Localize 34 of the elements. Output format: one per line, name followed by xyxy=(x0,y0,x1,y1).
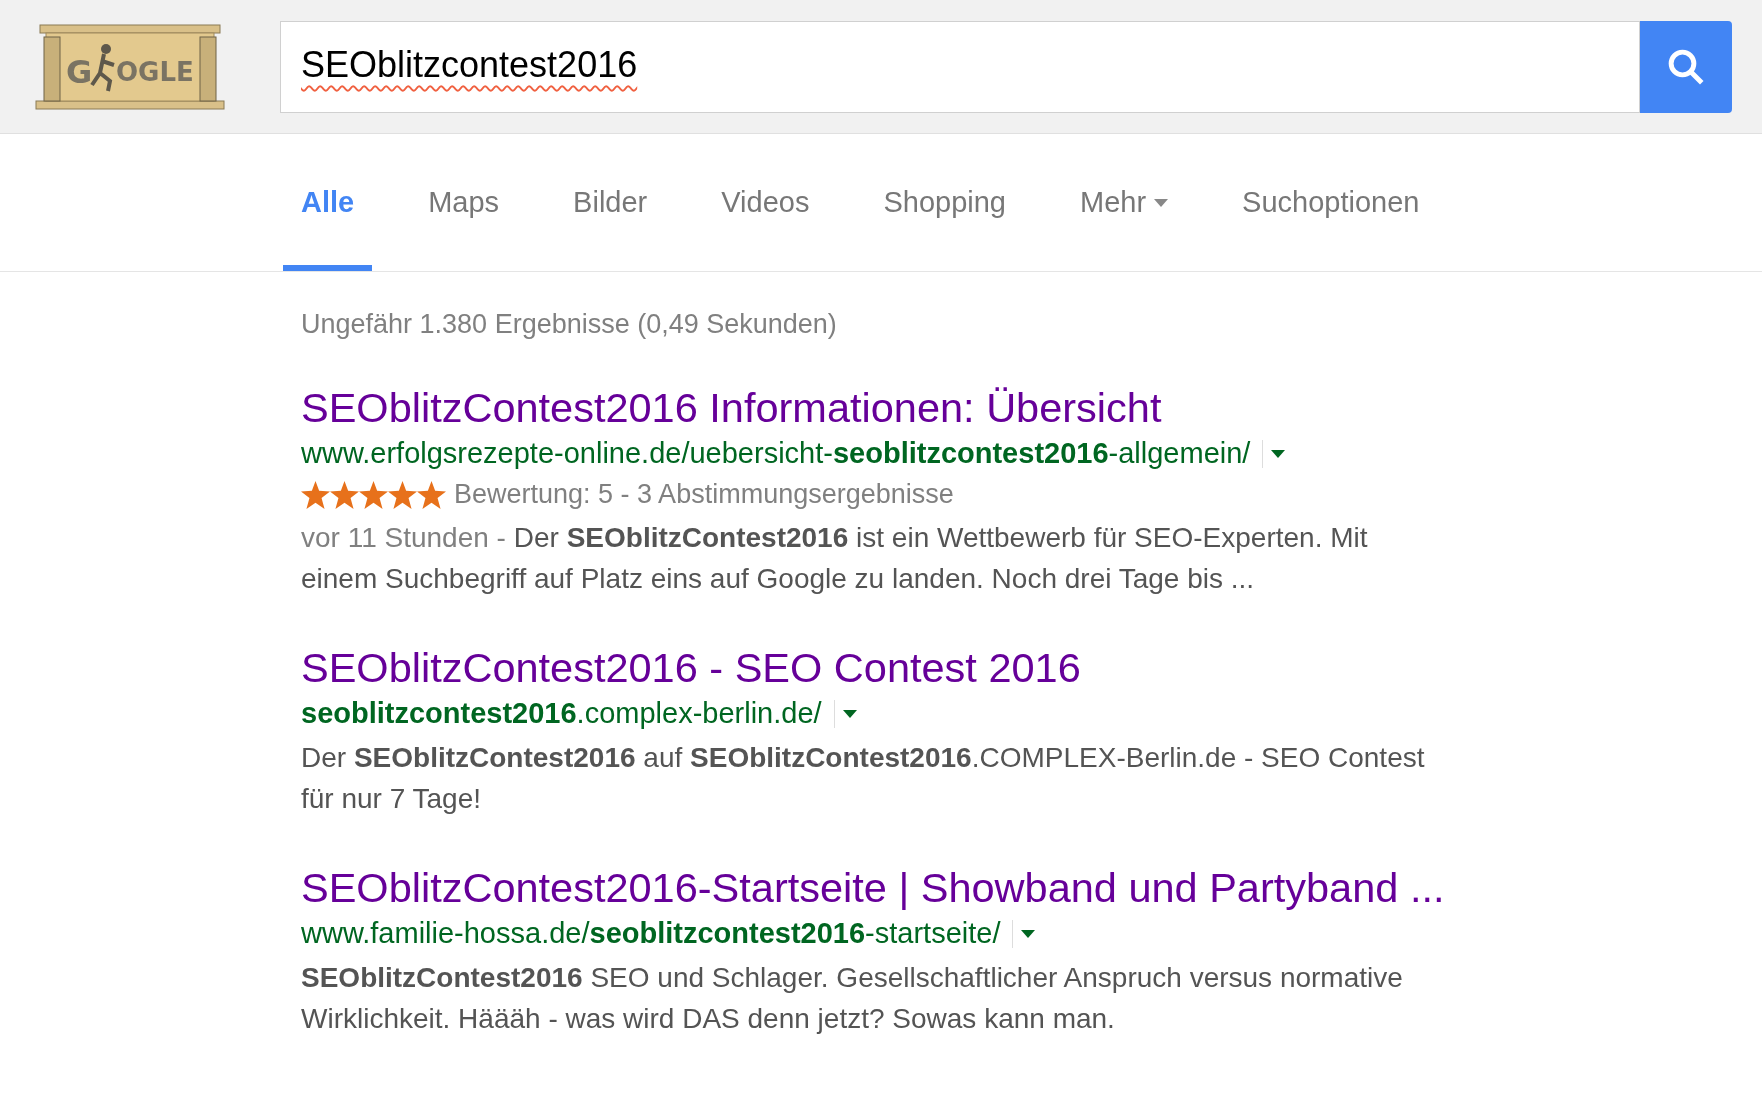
nav-tab[interactable]: Shopping xyxy=(865,134,1024,271)
nav-tab[interactable]: Alle xyxy=(283,134,373,271)
result-url: www.familie-hossa.de/seoblitzcontest2016-startseite/ xyxy=(301,915,1001,951)
result-url: www.erfolgsrezepte-online.de/uebersicht-seoblitzcontest2016-allgemein/ xyxy=(301,435,1251,471)
nav-tab[interactable]: Bilder xyxy=(555,134,666,271)
result-title-link[interactable]: SEOblitzContest2016 Informationen: Übersicht xyxy=(301,382,1461,433)
result-url: seoblitzcontest2016.complex-berlin.de/ xyxy=(301,695,822,731)
dropdown-button[interactable] xyxy=(833,699,857,728)
dropdown-button[interactable] xyxy=(1012,919,1036,948)
result-date: vor 11 Stunden - xyxy=(301,521,507,553)
star-icon xyxy=(359,480,388,509)
nav-tab[interactable]: Maps xyxy=(410,134,518,271)
logo-drawing: G OGLE xyxy=(34,22,226,111)
nav-tab[interactable]: Mehr xyxy=(1062,134,1187,271)
dropdown-button[interactable] xyxy=(1262,439,1286,468)
search-button[interactable] xyxy=(1640,20,1732,113)
star-icon xyxy=(301,480,330,509)
caret-icon xyxy=(1271,449,1286,458)
caret-icon xyxy=(842,709,857,718)
result-title-link[interactable]: SEOblitzContest2016 - SEO Contest 2016 xyxy=(301,642,1461,693)
nav-tab[interactable]: Suchoptionen xyxy=(1224,134,1438,271)
search-query: SEOblitzcontest2016 xyxy=(301,43,638,87)
result-stats: Ungefähr 1.380 Ergebnisse (0,49 Sekunden) xyxy=(301,308,838,341)
star-icon xyxy=(388,480,417,509)
result-snippet: SEOblitzContest2016 SEO und Schlager. Gesellschaftlicher Anspruch versus normative Wirklichkeit. Häääh - was wird DAS denn jetzt? Sowas kann man. xyxy=(301,960,1404,1036)
star-icon xyxy=(417,480,446,509)
star-icon xyxy=(330,480,359,509)
caret-icon xyxy=(1021,929,1036,938)
nav-tab[interactable]: Videos xyxy=(703,134,828,271)
result-title-link[interactable]: SEOblitzContest2016-Startseite | Showband und Partyband ... xyxy=(301,862,1461,913)
rating-text: Bewertung: 5 - 3 Abstimmungsergebnisse xyxy=(454,478,954,512)
result-snippet: vor 11 Stunden - Der SEOblitzContest2016 ist ein Wettbewerb für SEO-Experten. Mit einem Suchbegriff auf Platz eins auf Google zu landen. Noch drei Tage bis ... xyxy=(301,520,1369,596)
result-snippet: Der SEOblitzContest2016 auf SEOblitzContest2016.COMPLEX-Berlin.de - SEO Contest für nur 7 Tage! xyxy=(301,740,1426,816)
search-field[interactable]: SEOblitzcontest2016 xyxy=(280,20,1640,113)
